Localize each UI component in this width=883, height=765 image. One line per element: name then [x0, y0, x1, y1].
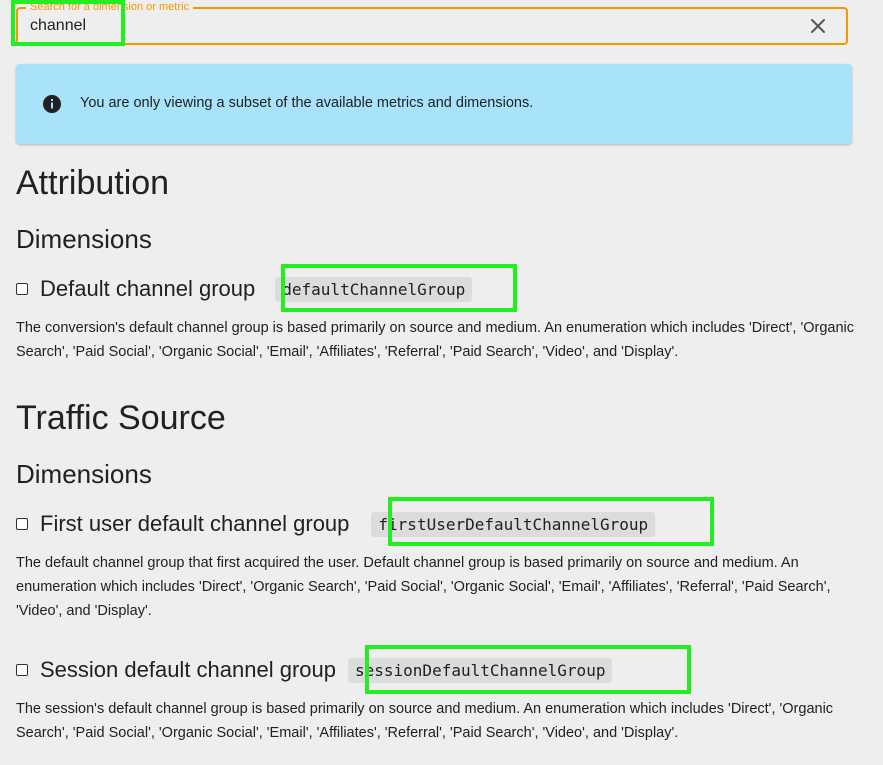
field-row-session-default-channel-group: Session default channel group sessionDef…: [16, 653, 613, 687]
field-name: First user default channel group: [40, 511, 350, 536]
search-field[interactable]: Search for a dimension or metric: [16, 0, 848, 45]
field-description: The conversion's default channel group i…: [16, 320, 855, 360]
field-api-name: sessionDefaultChannelGroup: [348, 657, 613, 683]
section-subtitle-dimensions: Dimensions: [16, 224, 152, 254]
field-row-default-channel-group: Default channel group defaultChannelGrou…: [16, 272, 473, 306]
field-description: The session's default channel group is b…: [16, 701, 834, 741]
section-subtitle-dimensions: Dimensions: [16, 459, 152, 489]
field-api-name: defaultChannelGroup: [275, 276, 473, 302]
section-title-attribution: Attribution: [16, 164, 170, 202]
search-input[interactable]: [30, 16, 790, 36]
search-label: Search for a dimension or metric: [26, 0, 193, 14]
field-name: Default channel group: [40, 276, 256, 301]
field-row-first-user-default-channel-group: First user default channel group firstUs…: [16, 507, 656, 541]
page: Search for a dimension or metric You are…: [0, 0, 883, 765]
field-description: The default channel group that first acq…: [16, 555, 831, 619]
field-checkbox[interactable]: [16, 283, 28, 295]
section-title-traffic-source: Traffic Source: [16, 399, 226, 437]
info-icon: [42, 94, 62, 114]
field-api-name: firstUserDefaultChannelGroup: [371, 511, 656, 537]
field-name: Session default channel group: [40, 657, 336, 682]
info-banner: You are only viewing a subset of the ava…: [16, 64, 852, 144]
close-icon[interactable]: [808, 16, 828, 36]
info-text: You are only viewing a subset of the ava…: [80, 95, 534, 111]
field-checkbox[interactable]: [16, 664, 28, 676]
field-checkbox[interactable]: [16, 518, 28, 530]
